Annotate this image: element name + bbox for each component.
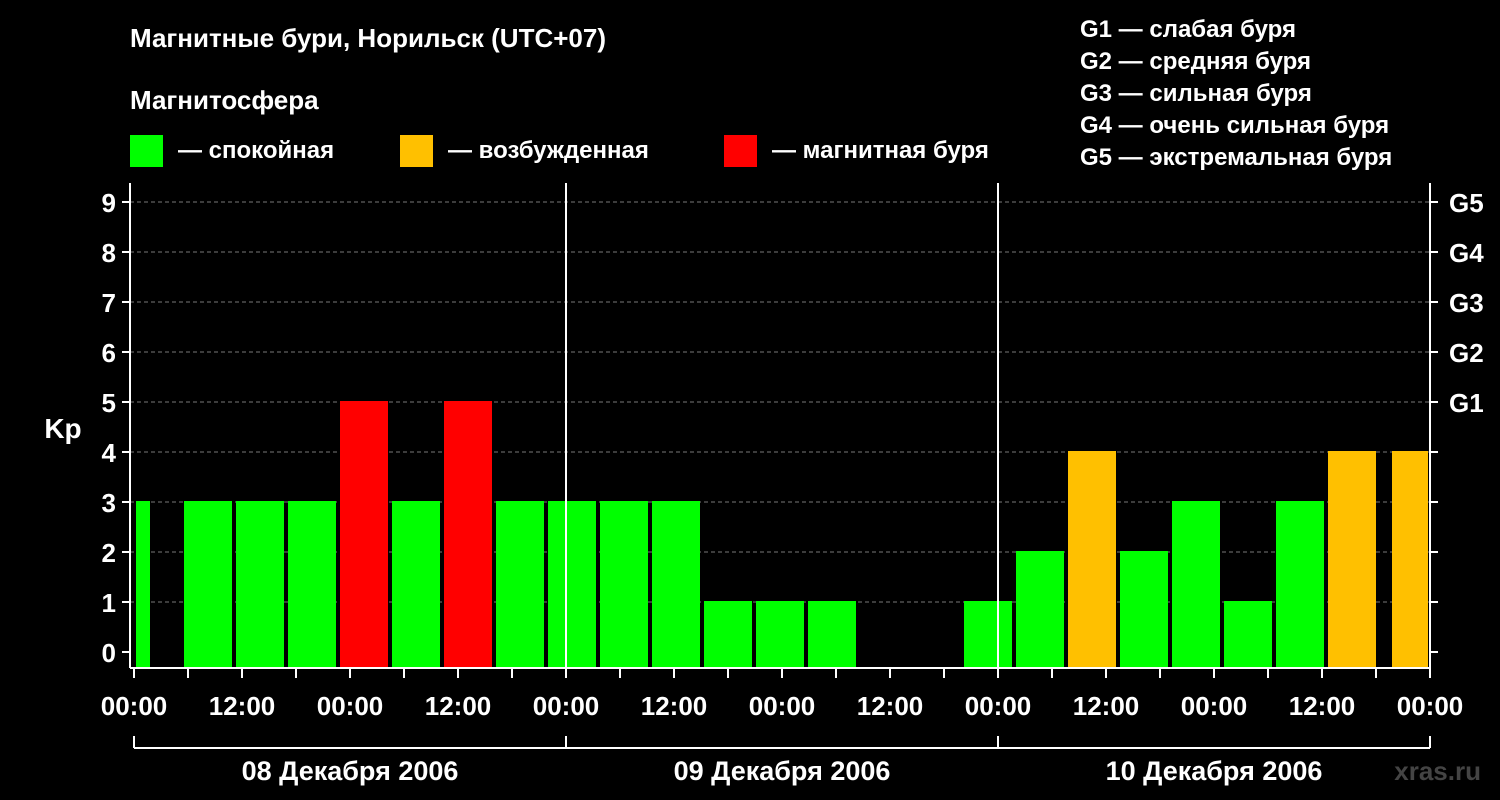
x-tick-label: 00:00 <box>1397 691 1464 721</box>
kp-bar <box>756 601 804 667</box>
day-label: 08 Декабря 2006 <box>242 756 459 786</box>
kp-bar <box>652 501 700 667</box>
g-scale-label: G3 <box>1449 288 1484 318</box>
g-scale-label: G4 <box>1449 238 1484 268</box>
kp-bar <box>496 501 544 667</box>
y-tick-label: 4 <box>102 438 117 468</box>
x-tick-label: 00:00 <box>317 691 384 721</box>
kp-bar <box>1172 501 1220 667</box>
axes-layer: 0 1 2 3 4 5 6 7 8 9 G1 G2 G3 G4 G5 00:00 12:00 00:00 12:00… <box>101 183 1484 786</box>
y-tick-label: 3 <box>102 488 116 518</box>
storm-scale-g2: G2 — средняя буря <box>1080 48 1311 75</box>
legend-swatch-storm <box>724 135 757 167</box>
day-label: 09 Декабря 2006 <box>674 756 891 786</box>
kp-bar <box>1016 551 1064 667</box>
x-tick-label: 12:00 <box>209 691 276 721</box>
legend-title: Магнитосфера <box>130 85 319 115</box>
y-tick-label: 5 <box>102 388 116 418</box>
legend-label-storm: — магнитная буря <box>772 137 989 164</box>
kp-bar <box>444 401 492 667</box>
kp-bar <box>1068 451 1116 667</box>
kp-bar <box>1276 501 1324 667</box>
storm-scale-g4: G4 — очень сильная буря <box>1080 112 1389 139</box>
kp-bar <box>184 501 232 667</box>
kp-bar <box>1120 551 1168 667</box>
y-tick-label: 0 <box>102 638 116 668</box>
x-tick-label: 12:00 <box>641 691 708 721</box>
kp-bar <box>548 501 596 667</box>
kp-bar <box>136 501 150 667</box>
x-tick-label: 12:00 <box>425 691 492 721</box>
y-tick-label: 2 <box>102 538 116 568</box>
x-tick-label: 12:00 <box>857 691 924 721</box>
x-tick-label: 00:00 <box>749 691 816 721</box>
x-tick-label: 00:00 <box>533 691 600 721</box>
y-axis-label: Kp <box>44 413 81 444</box>
day-label: 10 Декабря 2006 <box>1106 756 1323 786</box>
x-tick-label: 00:00 <box>101 691 168 721</box>
legend-label-quiet: — спокойная <box>178 137 334 164</box>
y-tick-label: 7 <box>102 288 116 318</box>
legend-label-active: — возбужденная <box>448 137 649 164</box>
y-tick-label: 1 <box>102 588 116 618</box>
x-tick-label: 00:00 <box>965 691 1032 721</box>
kp-bar <box>808 601 856 667</box>
kp-bar <box>288 501 336 667</box>
kp-chart: 0 1 2 3 4 5 6 7 8 9 G1 G2 G3 G4 G5 00:00 12:00 00:00 12:00… <box>44 16 1484 786</box>
y-tick-label: 6 <box>102 338 116 368</box>
chart-title: Магнитные бури, Норильск (UTC+07) <box>130 23 606 53</box>
kp-bar <box>1224 601 1272 667</box>
legend: — спокойная — возбужденная — магнитная б… <box>130 135 989 167</box>
storm-scale-g5: G5 — экстремальная буря <box>1080 144 1392 171</box>
watermark: xras.ru <box>1394 756 1481 786</box>
x-tick-label: 12:00 <box>1073 691 1140 721</box>
legend-swatch-active <box>400 135 433 167</box>
g-scale-label: G5 <box>1449 188 1484 218</box>
y-tick-label: 8 <box>102 238 116 268</box>
kp-bar <box>704 601 752 667</box>
kp-bar <box>340 401 388 667</box>
kp-bar <box>600 501 648 667</box>
storm-scale-g3: G3 — сильная буря <box>1080 80 1312 107</box>
x-tick-label: 12:00 <box>1289 691 1356 721</box>
x-tick-label: 00:00 <box>1181 691 1248 721</box>
kp-bar <box>964 601 1012 667</box>
g-scale-label: G1 <box>1449 388 1484 418</box>
bars-layer <box>136 401 1428 667</box>
kp-bar <box>1328 451 1376 667</box>
g-scale-label: G2 <box>1449 338 1484 368</box>
storm-scale: G1 — слабая буря G2 — средняя буря G3 — … <box>1080 16 1392 171</box>
kp-bar <box>236 501 284 667</box>
storm-scale-g1: G1 — слабая буря <box>1080 16 1296 43</box>
legend-swatch-quiet <box>130 135 163 167</box>
kp-bar <box>392 501 440 667</box>
y-tick-label: 9 <box>102 188 116 218</box>
kp-bar <box>1392 451 1428 667</box>
